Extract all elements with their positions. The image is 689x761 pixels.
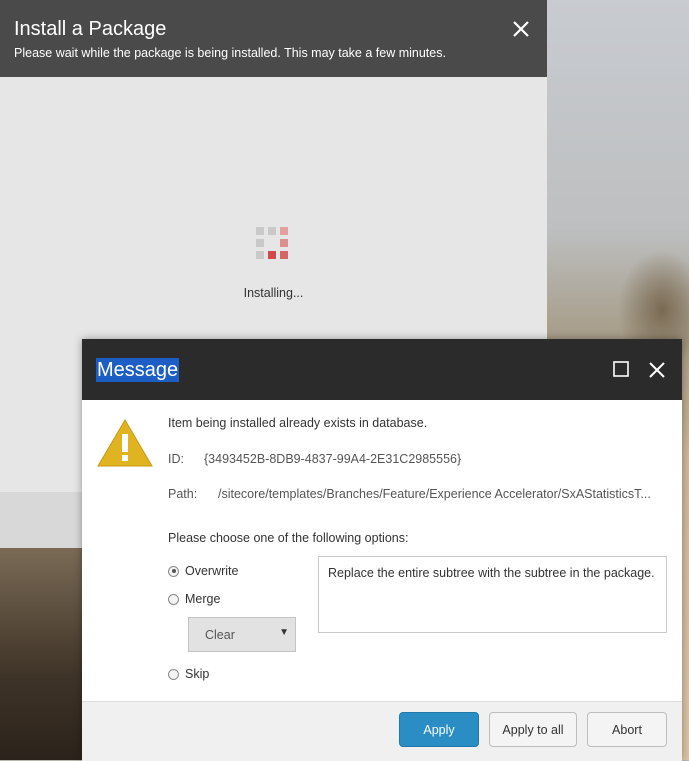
choose-prompt: Please choose one of the following optio… (168, 531, 409, 545)
message-dialog-title: Message (96, 358, 180, 382)
merge-radio[interactable] (168, 593, 179, 605)
skip-radio[interactable] (168, 668, 179, 680)
option-description: Replace the entire subtree with the subt… (318, 556, 667, 633)
close-icon[interactable] (648, 361, 666, 379)
path-value: /sitecore/templates/Branches/Feature/Exp… (218, 487, 651, 501)
abort-button[interactable]: Abort (587, 712, 667, 747)
message-dialog: Message Item being installed already exi… (82, 339, 682, 761)
id-value: {3493452B-8DB9-4837-99A4-2E31C2985556} (204, 452, 462, 466)
warning-icon (96, 418, 154, 468)
merge-mode-select[interactable]: Clear ▼ (188, 617, 296, 652)
overwrite-radio[interactable] (168, 565, 179, 577)
install-dialog-subtitle: Please wait while the package is being i… (14, 46, 446, 60)
skip-option[interactable]: Skip (168, 667, 209, 681)
message-dialog-footer: Apply Apply to all Abort (82, 701, 682, 761)
overwrite-label: Overwrite (185, 564, 239, 578)
loading-spinner-icon (256, 227, 290, 261)
skip-label: Skip (185, 667, 210, 681)
installing-status: Installing... (243, 286, 304, 300)
merge-option[interactable]: Merge (168, 592, 220, 606)
install-dialog-title: Install a Package (14, 18, 167, 40)
merge-mode-value: Clear (205, 628, 235, 642)
apply-button[interactable]: Apply (399, 712, 479, 747)
merge-label: Merge (185, 592, 221, 606)
maximize-icon[interactable] (613, 361, 629, 377)
close-icon[interactable] (510, 18, 532, 40)
apply-to-all-button[interactable]: Apply to all (489, 712, 577, 747)
message-dialog-header[interactable]: Message (82, 339, 682, 400)
install-dialog-header: Install a Package Please wait while the … (0, 0, 547, 77)
overwrite-option[interactable]: Overwrite (168, 564, 238, 578)
dropdown-arrow-icon: ▼ (279, 627, 289, 638)
message-headline: Item being installed already exists in d… (168, 416, 428, 430)
id-label: ID: (168, 452, 184, 466)
path-label: Path: (168, 487, 198, 501)
